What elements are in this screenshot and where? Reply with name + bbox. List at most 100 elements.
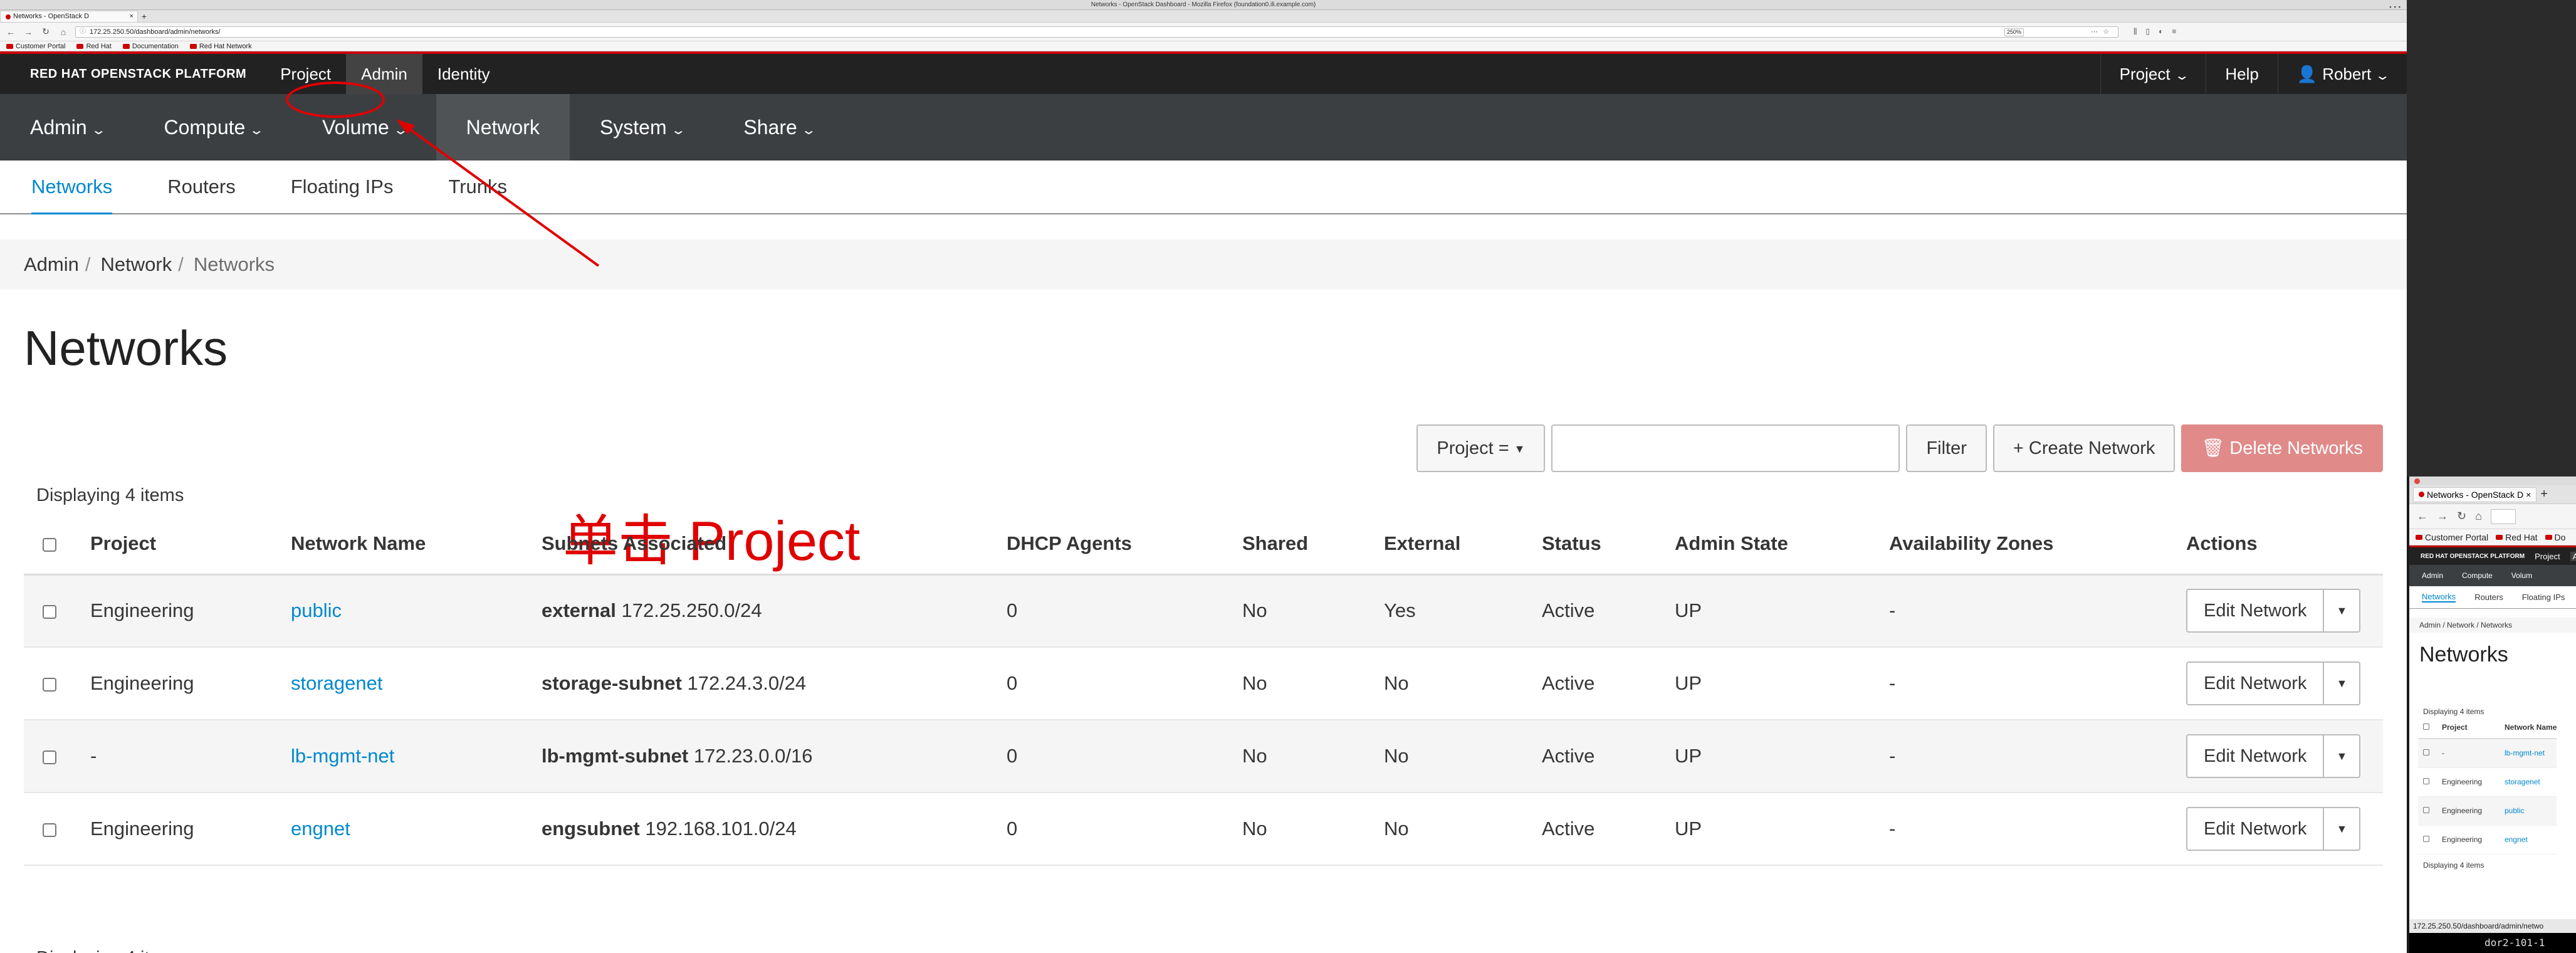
- nav-compute[interactable]: Compute ⌄: [134, 94, 292, 161]
- mini-tab-networks[interactable]: Networks: [2422, 592, 2456, 603]
- filter-button[interactable]: Filter: [1906, 424, 1987, 472]
- more-actions-caret-icon[interactable]: ▼: [2324, 735, 2359, 777]
- col-dhcp-agents[interactable]: DHCP Agents: [997, 514, 1232, 576]
- nav-system[interactable]: System ⌄: [570, 94, 713, 161]
- bookmark-customer-portal[interactable]: Customer Portal: [6, 43, 65, 50]
- forward-icon[interactable]: →: [2437, 510, 2448, 523]
- zoom-badge[interactable]: 250%: [2004, 28, 2024, 36]
- forward-icon[interactable]: →: [23, 27, 34, 37]
- more-actions-caret-icon[interactable]: ▼: [2324, 663, 2359, 704]
- masthead-identity[interactable]: Identity: [422, 54, 505, 94]
- page-title: Networks: [24, 320, 228, 376]
- url-bar[interactable]: ⓘ 172.25.250.50/dashboard/admin/networks…: [75, 26, 2118, 38]
- mini-nav-volume[interactable]: Volum: [2511, 571, 2532, 580]
- breadcrumb-network[interactable]: Network: [101, 253, 172, 276]
- library-icon[interactable]: ⫼: [2134, 27, 2137, 36]
- mini-nav-compute[interactable]: Compute: [2462, 571, 2493, 580]
- select-all-checkbox[interactable]: [43, 538, 56, 552]
- close-tab-icon[interactable]: ×: [130, 11, 134, 22]
- row-checkbox[interactable]: [43, 605, 56, 619]
- menu-icon[interactable]: ≡: [2172, 27, 2176, 36]
- row-checkbox[interactable]: [43, 823, 56, 837]
- reload-icon[interactable]: ↻: [2457, 510, 2466, 523]
- close-window-icon[interactable]: [2414, 478, 2420, 484]
- brand-logo[interactable]: RED HAT OPENSTACK PLATFORM: [30, 67, 246, 82]
- bookmark-documentation[interactable]: Documentation: [122, 43, 179, 50]
- nav-admin[interactable]: Admin ⌄: [0, 94, 134, 161]
- breadcrumb-admin[interactable]: Admin: [24, 253, 79, 276]
- bookmark-red-hat-network[interactable]: Red Hat Network: [189, 43, 252, 50]
- network-link[interactable]: storagenet: [291, 672, 383, 694]
- mini-nav-admin[interactable]: Admin: [2422, 571, 2443, 580]
- edit-network-button[interactable]: Edit Network: [2187, 663, 2325, 704]
- delete-networks-button[interactable]: 🗑 Delete Networks: [2181, 424, 2383, 472]
- mini-masthead-project[interactable]: Project: [2535, 552, 2560, 561]
- mini-url-bar[interactable]: [2490, 508, 2516, 524]
- mini-col-project[interactable]: Project: [2437, 716, 2500, 739]
- help-link[interactable]: Help: [2206, 54, 2277, 94]
- browser-tab[interactable]: Networks - OpenStack D ×: [0, 11, 138, 22]
- back-icon[interactable]: ←: [5, 27, 16, 37]
- tab-routers[interactable]: Routers: [140, 160, 263, 214]
- mini-brand-logo[interactable]: RED HAT OPENSTACK PLATFORM: [2421, 553, 2525, 560]
- mini-new-tab-button[interactable]: +: [2540, 487, 2548, 502]
- mini-col-network-name[interactable]: Network Name: [2500, 716, 2557, 739]
- mini-network-link[interactable]: engnet: [2505, 835, 2528, 844]
- bookmark-documentation[interactable]: Do: [2545, 532, 2565, 542]
- filter-field-select[interactable]: Project = ▼: [1416, 424, 1546, 472]
- edit-network-button[interactable]: Edit Network: [2187, 808, 2325, 850]
- create-network-button[interactable]: + Create Network: [1992, 424, 2175, 472]
- mini-network-link[interactable]: lb-mgmt-net: [2505, 749, 2545, 757]
- project-dropdown[interactable]: Project ⌄: [2100, 54, 2206, 94]
- col-admin-state[interactable]: Admin State: [1665, 514, 1879, 576]
- mini-tab-floating-ips[interactable]: Floating IPs: [2522, 592, 2565, 602]
- user-menu[interactable]: 👤 Robert ⌄: [2277, 54, 2407, 94]
- network-link[interactable]: engnet: [291, 818, 350, 840]
- page-actions-icon[interactable]: ⋯☆: [2091, 27, 2114, 37]
- mini-row-checkbox[interactable]: [2423, 778, 2429, 784]
- tab-networks[interactable]: Networks: [4, 160, 140, 215]
- col-subnets[interactable]: Subnets Associated: [531, 514, 997, 576]
- more-actions-caret-icon[interactable]: ▼: [2324, 808, 2359, 850]
- home-icon[interactable]: ⌂: [58, 27, 69, 37]
- more-actions-caret-icon[interactable]: ▼: [2324, 590, 2359, 631]
- col-external[interactable]: External: [1374, 514, 1532, 576]
- edit-network-button[interactable]: Edit Network: [2187, 590, 2325, 632]
- bookmark-red-hat[interactable]: Red Hat: [2496, 532, 2538, 542]
- network-link[interactable]: lb-mgmt-net: [291, 745, 394, 767]
- sidebar-icon[interactable]: ▯: [2146, 27, 2150, 36]
- window-controls[interactable]: ▪▪▪: [2389, 2, 2403, 12]
- col-status[interactable]: Status: [1532, 514, 1665, 576]
- reload-icon[interactable]: ↻: [40, 26, 51, 37]
- mini-row-checkbox[interactable]: [2423, 836, 2429, 842]
- tab-trunks[interactable]: Trunks: [421, 160, 535, 214]
- col-shared[interactable]: Shared: [1232, 514, 1374, 576]
- col-availability-zones[interactable]: Availability Zones: [1879, 514, 2176, 576]
- mini-row-checkbox[interactable]: [2423, 807, 2429, 813]
- edit-network-button[interactable]: Edit Network: [2187, 735, 2325, 777]
- cell-shared: No: [1232, 792, 1374, 866]
- extension-icon[interactable]: ◐: [2159, 27, 2163, 36]
- new-tab-button[interactable]: +: [138, 11, 150, 22]
- mini-row-checkbox[interactable]: [2423, 749, 2429, 756]
- mini-network-link[interactable]: public: [2505, 806, 2524, 815]
- col-network-name[interactable]: Network Name: [281, 514, 531, 576]
- row-checkbox[interactable]: [43, 750, 56, 764]
- mini-masthead-admin[interactable]: Ad: [2570, 551, 2576, 561]
- nav-share[interactable]: Share ⌄: [713, 94, 844, 161]
- network-link[interactable]: public: [291, 599, 342, 621]
- mini-select-all-checkbox[interactable]: [2423, 723, 2429, 730]
- col-project[interactable]: Project: [80, 514, 281, 576]
- info-icon[interactable]: ⓘ: [80, 27, 86, 37]
- mini-browser-tab[interactable]: Networks - OpenStack D ×: [2413, 487, 2537, 502]
- nav-network[interactable]: Network: [436, 94, 570, 161]
- back-icon[interactable]: ←: [2417, 510, 2428, 523]
- filter-input[interactable]: [1551, 424, 1900, 472]
- bookmark-customer-portal[interactable]: Customer Portal: [2416, 532, 2488, 542]
- tab-floating-ips[interactable]: Floating IPs: [263, 160, 421, 214]
- mini-network-link[interactable]: storagenet: [2505, 777, 2540, 786]
- mini-tab-routers[interactable]: Routers: [2474, 592, 2503, 602]
- home-icon[interactable]: ⌂: [2475, 510, 2482, 523]
- row-checkbox[interactable]: [43, 677, 56, 692]
- bookmark-red-hat[interactable]: Red Hat: [76, 43, 112, 50]
